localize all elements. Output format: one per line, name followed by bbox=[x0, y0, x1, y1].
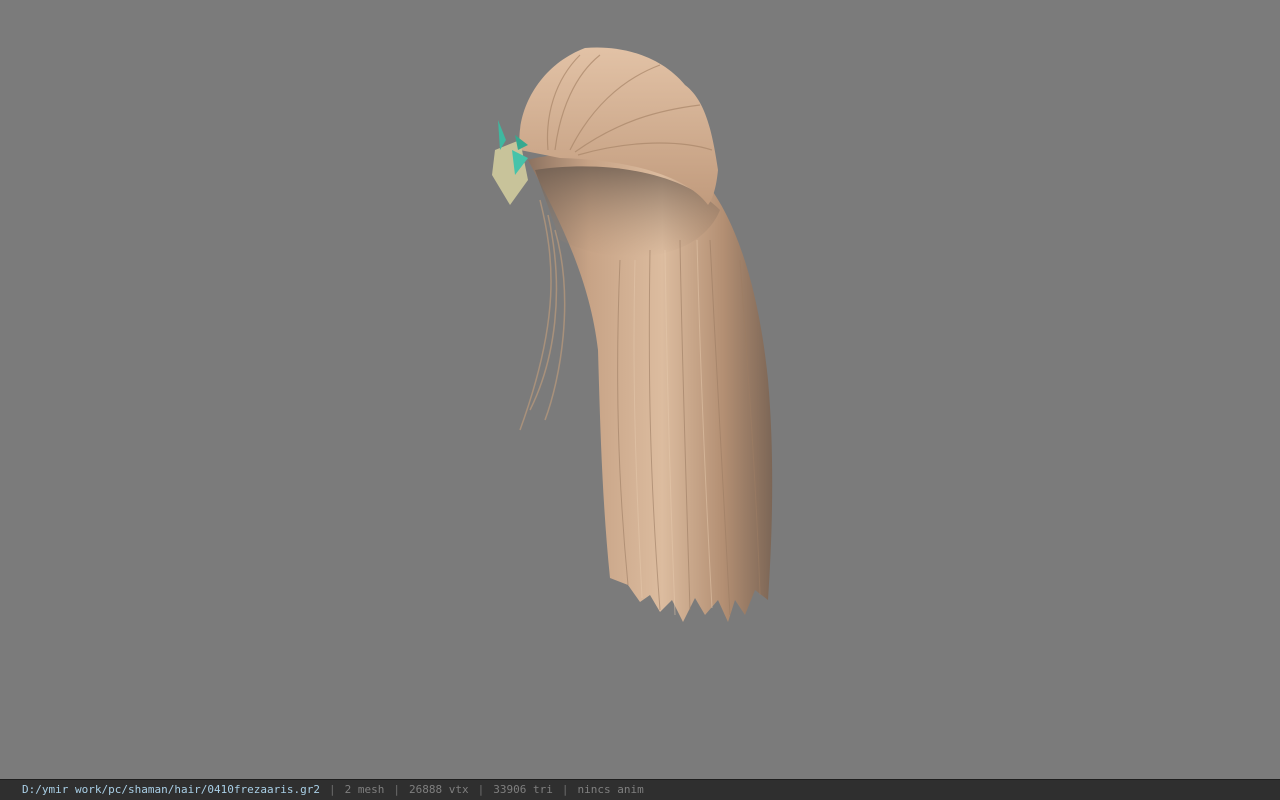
mesh-count: 2 mesh bbox=[344, 783, 385, 796]
file-path: D:/ymir work/pc/shaman/hair/0410frezaari… bbox=[22, 783, 321, 796]
status-bar: D:/ymir work/pc/shaman/hair/0410frezaari… bbox=[0, 779, 1280, 800]
separator: | bbox=[393, 783, 401, 796]
loose-strands bbox=[519, 199, 566, 431]
3d-viewport[interactable] bbox=[0, 0, 1280, 779]
hair-model-render bbox=[492, 47, 773, 622]
separator: | bbox=[329, 783, 336, 796]
separator: | bbox=[561, 783, 569, 796]
vertex-count: 26888 vtx bbox=[409, 783, 469, 796]
separator: | bbox=[477, 783, 485, 796]
anim-status: nincs anim bbox=[577, 783, 644, 796]
triangle-count: 33906 tri bbox=[493, 783, 553, 796]
